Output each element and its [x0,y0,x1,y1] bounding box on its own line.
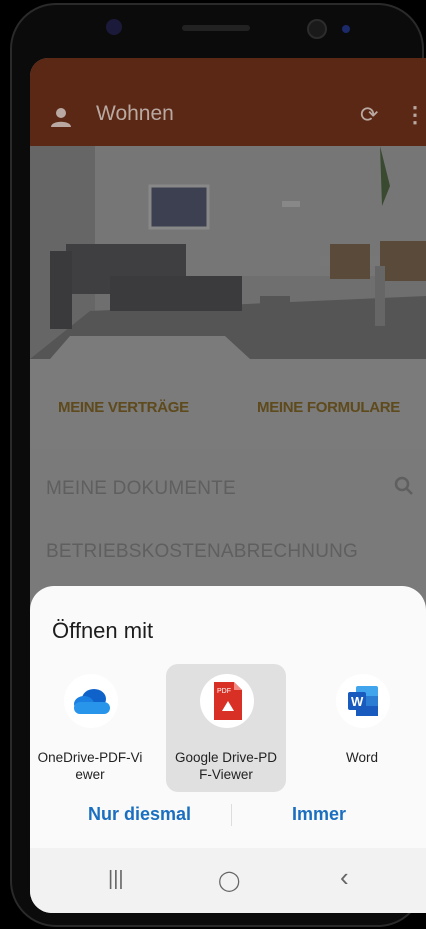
system-navbar: ||| ◯ ‹ [30,848,426,913]
onedrive-icon [64,674,118,728]
section-meine-dokumente[interactable]: MEINE DOKUMENTE [46,478,236,500]
refresh-icon[interactable]: ⟳ [360,102,378,128]
always-button[interactable]: Immer [292,804,346,825]
word-icon: W [336,674,390,728]
more-options-icon[interactable]: ⋮ [404,102,426,128]
app-label: OneDrive-PDF-Vi ewer [37,750,143,782]
app-screen: Wohnen ⟳ ⋮ MEINE VERTRÄGE MEINE FORMULAR… [30,58,426,913]
search-icon[interactable] [394,476,414,502]
recents-icon[interactable]: ||| [108,868,124,891]
hero-image-living-room [30,146,426,359]
tab-meine-vertraege[interactable]: MEINE VERTRÄGE [58,399,189,416]
app-label: Google Drive-PD F-Viewer [174,750,278,782]
speaker-grille [182,25,250,31]
tab-bar: MEINE VERTRÄGE MEINE FORMULARE [30,359,426,449]
sheet-title: Öffnen mit [52,618,154,643]
button-divider [231,804,232,826]
person-icon[interactable] [50,106,72,128]
home-icon[interactable]: ◯ [218,868,240,893]
front-camera-icon [307,19,327,39]
app-bar: Wohnen ⟳ ⋮ [30,58,426,146]
pdf-badge: PDF [217,688,231,695]
iris-sensor-icon [106,19,122,35]
word-badge: W [351,694,364,709]
proximity-sensor-icon [342,25,350,33]
app-label: Word [345,750,378,765]
pdf-icon: PDF [200,674,254,728]
page-title: Wohnen [96,102,174,125]
open-with-sheet: Öffnen mit OneDrive-PDF-Vi ewer PDF Goog… [30,586,426,913]
app-option-word[interactable]: W Word [302,664,422,792]
app-option-onedrive[interactable]: OneDrive-PDF-Vi ewer [30,664,150,792]
just-once-button[interactable]: Nur diesmal [88,804,191,825]
app-option-google-drive-pdf[interactable]: PDF Google Drive-PD F-Viewer [166,664,286,792]
section-betriebskostenabrechnung[interactable]: BETRIEBSKOSTENABRECHNUNG [46,541,358,563]
tab-meine-formulare[interactable]: MEINE FORMULARE [257,399,400,416]
back-icon[interactable]: ‹ [340,862,349,893]
